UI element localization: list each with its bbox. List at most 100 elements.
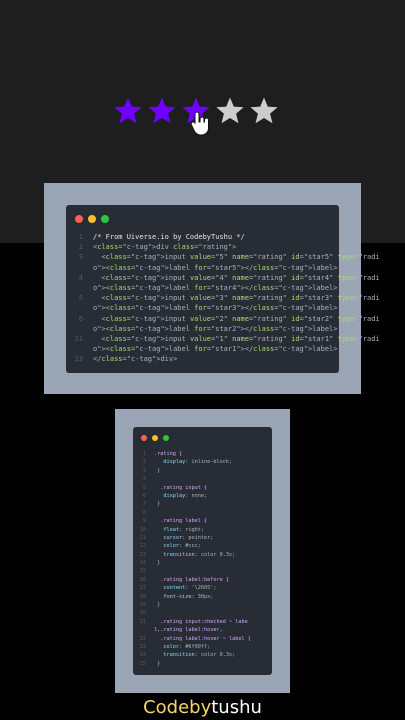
line-number: 14 — [139, 560, 146, 567]
star-4-icon[interactable] — [215, 96, 245, 126]
code-line: 11 <class="c-tag">input value="1" name="… — [72, 334, 380, 344]
window-controls — [75, 215, 109, 223]
line-number: 20 — [139, 610, 146, 617]
code-line: 8 — [137, 509, 251, 517]
code-line: 6 display: none; — [137, 492, 251, 500]
code-text: .rating label:hover ~ label { — [154, 635, 251, 642]
star-5-icon[interactable] — [249, 96, 279, 126]
code-text: } — [154, 602, 161, 609]
line-number: 5 — [142, 484, 146, 491]
code-line: l,.rating label:hover, — [137, 626, 251, 634]
code-text: } — [154, 501, 161, 508]
html-code-card: 1 /* From Uiverse.io by CodebyTushu */ 2 <c… — [44, 183, 380, 394]
code-text: .rating label { — [154, 518, 208, 525]
code-line: 21 .rating input:checked ~ labe — [137, 618, 251, 626]
minimize-dot-icon — [152, 435, 158, 441]
line-number: 19 — [139, 602, 146, 609]
code-line: 4 — [137, 475, 251, 483]
code-line: 13 transition: color 0.3s; — [137, 551, 251, 559]
line-number: 1 — [78, 233, 83, 241]
line-number — [137, 626, 146, 634]
code-text: <class="c-tag">div class="rating"> — [93, 243, 237, 252]
line-number: 9 — [142, 518, 146, 525]
code-text: transition: color 0.3s; — [163, 551, 236, 558]
hand-cursor-icon — [190, 111, 209, 136]
line-number: 7 — [142, 501, 146, 508]
line-number: 16 — [139, 576, 146, 583]
line-number: 2 — [78, 243, 83, 252]
line-number: 4 — [142, 476, 146, 483]
code-text: cursor: pointer; — [163, 534, 214, 541]
close-dot-icon — [141, 435, 147, 441]
code-line: 19 } — [137, 601, 251, 609]
window-controls — [141, 435, 169, 441]
line-number: 18 — [139, 593, 146, 600]
code-text: <class="c-tag">input value="2" name="rat… — [93, 314, 380, 323]
code-text: o"><class="c-tag">label for="star3"></cl… — [93, 304, 338, 313]
line-number: 5 — [78, 294, 83, 303]
code-line: 9 .rating label { — [137, 517, 251, 525]
code-line: 24 transition: color 0.3s; — [137, 651, 251, 659]
line-number: 13 — [139, 551, 146, 558]
code-text: } — [154, 467, 161, 474]
code-text: color: #ccc; — [163, 543, 201, 550]
line-number: 15 — [139, 568, 146, 575]
code-text: content: '\2605'; — [163, 585, 217, 592]
code-line: 18 font-size: 30px; — [137, 593, 251, 601]
line-number — [72, 283, 83, 293]
code-text: o"><class="c-tag">label for="star4"></cl… — [93, 283, 338, 292]
maximize-dot-icon — [101, 215, 109, 223]
line-number: 24 — [139, 652, 146, 659]
code-text: o"><class="c-tag">label for="star2"></cl… — [93, 324, 338, 333]
css-code-card: 1 .rating {2 display: inline-block; 3 } 4 5 … — [115, 409, 290, 693]
line-number: 3 — [142, 467, 146, 474]
line-number: 22 — [139, 635, 146, 642]
line-number — [72, 344, 83, 354]
line-number: 1 — [142, 451, 146, 457]
line-number: 21 — [139, 618, 146, 625]
code-text: <class="c-tag">input value="5" name="rat… — [93, 253, 380, 262]
code-line: 10 float: right; — [137, 526, 251, 534]
line-number — [72, 303, 83, 313]
line-number: 8 — [142, 509, 146, 516]
css-code-block: 1 .rating {2 display: inline-block; 3 } 4 5 … — [137, 450, 251, 668]
code-line: 13 </class="c-tag">div> — [72, 354, 380, 364]
code-line: 6 <class="c-tag">input value="2" name="r… — [72, 314, 380, 324]
code-text: l,.rating label:hover, — [154, 627, 223, 634]
code-line: 3 } — [137, 467, 251, 475]
star-2-icon[interactable] — [147, 96, 177, 126]
code-line: 20 — [137, 609, 251, 617]
code-text: <class="c-tag">input value="3" name="rat… — [93, 294, 380, 303]
css-code-editor: 1 .rating {2 display: inline-block; 3 } 4 5 … — [133, 427, 272, 675]
code-line: o"><class="c-tag">label for="star4"></cl… — [72, 283, 380, 293]
code-line: 22 .rating label:hover ~ label { — [137, 635, 251, 643]
code-text: o"><class="c-tag">label for="star1"></cl… — [93, 345, 338, 354]
code-line: o"><class="c-tag">label for="star2"></cl… — [72, 324, 380, 334]
code-line: 5 <class="c-tag">input value="3" name="r… — [72, 293, 380, 303]
line-number — [72, 263, 83, 273]
code-text: display: inline-block; — [163, 459, 233, 466]
code-text: <class="c-tag">input value="4" name="rat… — [93, 273, 380, 282]
html-code-block: 1 /* From Uiverse.io by CodebyTushu */ 2 <c… — [72, 232, 380, 364]
line-number: 12 — [139, 543, 146, 550]
line-number: 11 — [139, 534, 146, 541]
code-line: 12 color: #ccc; — [137, 542, 251, 550]
line-number — [72, 324, 83, 334]
code-text: font-size: 30px; — [163, 593, 214, 600]
code-line: 4 <class="c-tag">input value="4" name="r… — [72, 273, 380, 283]
maximize-dot-icon — [163, 435, 169, 441]
code-line: 3 <class="c-tag">input value="5" name="r… — [72, 252, 380, 262]
star-1-icon[interactable] — [113, 96, 143, 126]
line-number: 13 — [74, 355, 83, 364]
code-text: /* From Uiverse.io by CodebyTushu */ — [93, 233, 245, 241]
code-line: o"><class="c-tag">label for="star5"></cl… — [72, 263, 380, 273]
html-code-editor: 1 /* From Uiverse.io by CodebyTushu */ 2 <c… — [66, 205, 380, 373]
code-text: o"><class="c-tag">label for="star5"></cl… — [93, 263, 338, 272]
line-number: 3 — [78, 253, 83, 262]
code-text: .rating { — [154, 451, 183, 457]
line-number: 23 — [139, 643, 146, 650]
code-line: 5 .rating input { — [137, 484, 251, 492]
code-text: color: #6f00ff; — [163, 643, 211, 650]
code-line: 11 cursor: pointer; — [137, 534, 251, 542]
line-number: 4 — [78, 273, 83, 282]
